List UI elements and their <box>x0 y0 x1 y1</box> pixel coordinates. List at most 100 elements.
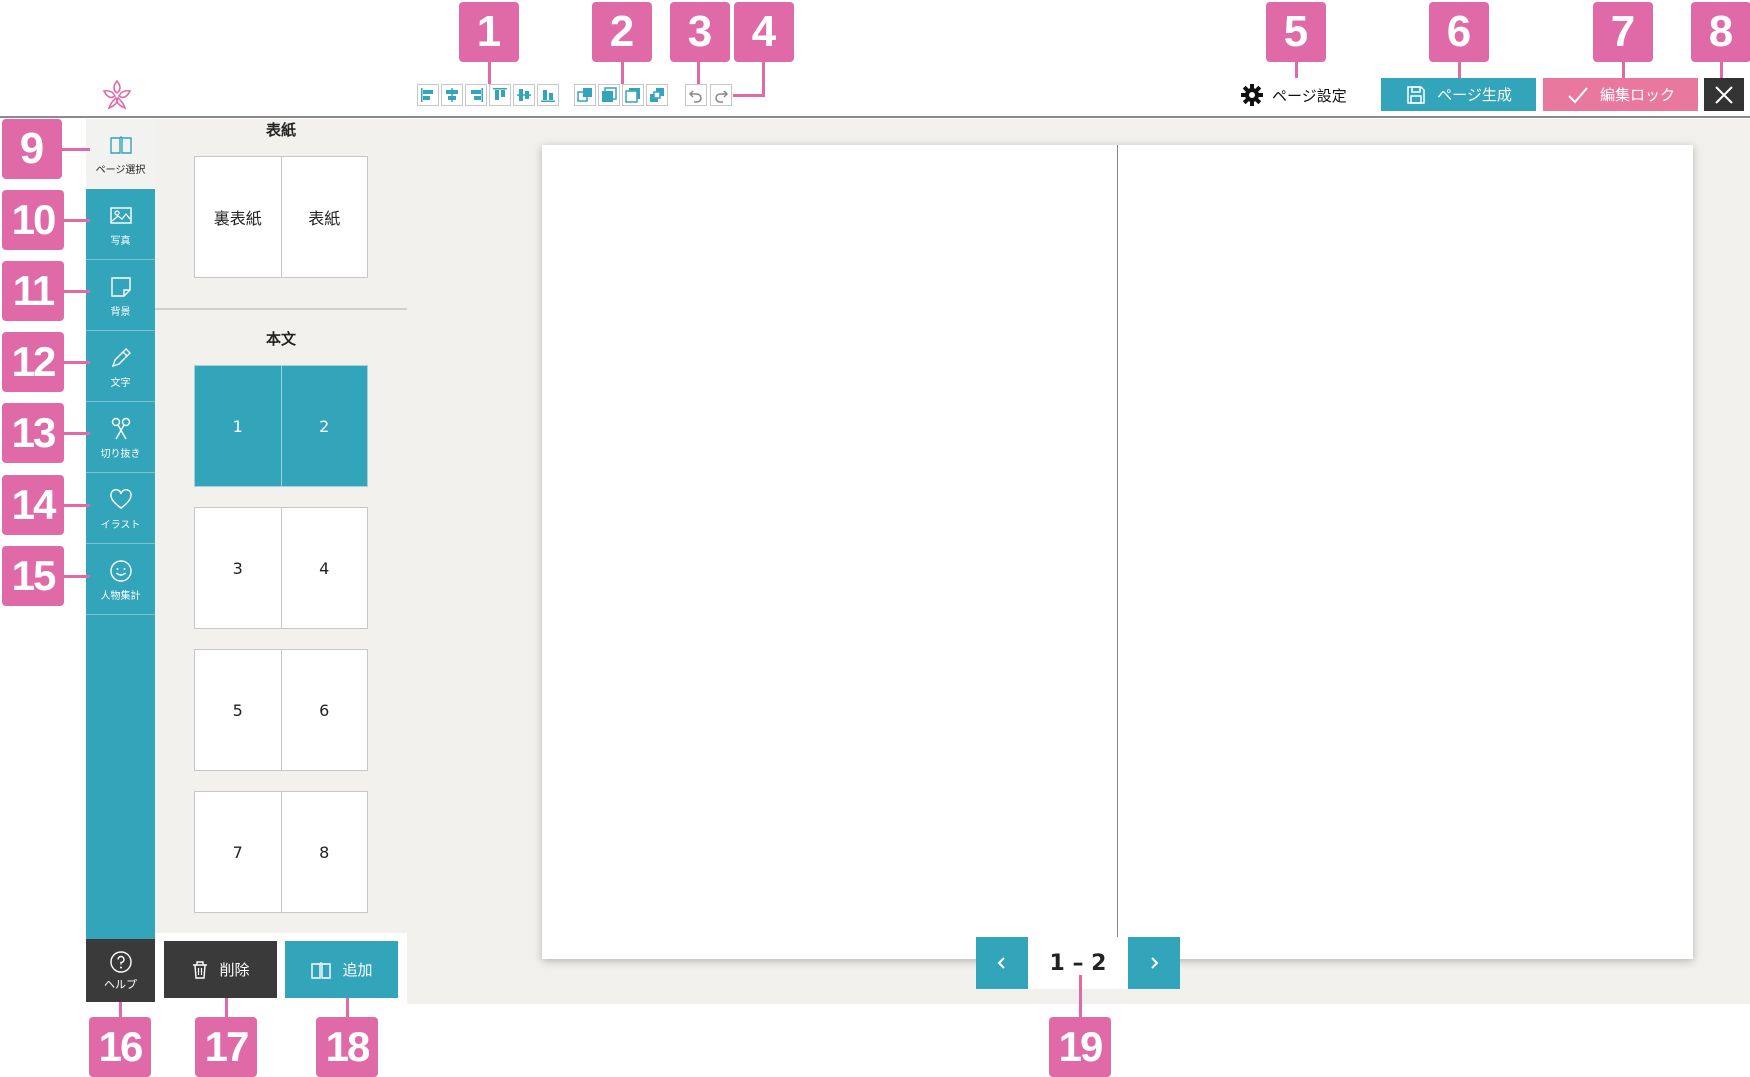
align-bottom-icon[interactable] <box>537 84 559 106</box>
side-nav: ページ選択 写真 背景 文字 切り抜き イラスト 人物集計 <box>86 119 155 939</box>
cover-heading: 表紙 <box>265 121 296 139</box>
callout-leader <box>62 148 90 151</box>
nav-person-count[interactable]: 人物集計 <box>86 545 155 615</box>
callout-leader <box>697 62 700 84</box>
nav-background[interactable]: 背景 <box>86 261 155 331</box>
nav-text[interactable]: 文字 <box>86 332 155 402</box>
nav-crop[interactable]: 切り抜き <box>86 403 155 473</box>
callout-leader <box>225 998 228 1017</box>
book-icon <box>311 961 332 979</box>
callout-badge: 3 <box>670 2 730 62</box>
callout-leader <box>762 62 765 96</box>
nav-label: ページ選択 <box>95 164 146 176</box>
callout-badge: 14 <box>2 475 64 535</box>
callout-leader <box>1295 62 1298 78</box>
callout-leader <box>346 998 349 1017</box>
prev-page-button[interactable] <box>976 937 1028 989</box>
spread-5-6[interactable]: 5 6 <box>194 649 368 771</box>
nav-photo[interactable]: 写真 <box>86 190 155 260</box>
callout-leader <box>1622 62 1625 78</box>
callout-badge: 12 <box>2 332 64 392</box>
spread-7-8[interactable]: 7 8 <box>194 791 368 913</box>
callout-leader <box>64 432 90 435</box>
sakura-logo-icon <box>102 79 132 110</box>
spread-3-4[interactable]: 3 4 <box>194 507 368 629</box>
callout-leader <box>1720 62 1723 78</box>
callout-badge: 1 <box>459 2 519 62</box>
close-button[interactable] <box>1704 78 1744 111</box>
align-top-icon[interactable] <box>489 84 511 106</box>
page-thumb[interactable]: 6 <box>280 650 368 770</box>
spread-fold-line <box>1117 145 1118 959</box>
book-spread[interactable] <box>542 145 1693 959</box>
page-settings-button[interactable]: ページ設定 <box>1240 83 1347 107</box>
page-thumb[interactable]: 7 <box>195 792 281 912</box>
page-thumb[interactable]: 4 <box>280 508 368 628</box>
callout-badge: 19 <box>1049 1017 1111 1077</box>
nav-page-select[interactable]: ページ選択 <box>86 119 155 189</box>
callout-leader <box>488 62 491 84</box>
scissors-icon <box>111 417 130 439</box>
back-cover-page[interactable]: 裏表紙 <box>195 157 281 277</box>
page-thumb[interactable]: 3 <box>195 508 281 628</box>
trash-icon <box>193 960 208 979</box>
chevron-right-icon <box>1151 957 1159 969</box>
add-label: 追加 <box>342 961 373 979</box>
add-page-button[interactable]: 追加 <box>285 941 398 998</box>
edit-lock-button[interactable]: 編集ロック <box>1543 78 1698 111</box>
nav-label: 写真 <box>110 235 131 247</box>
spread-1-2[interactable]: 1 2 <box>194 365 368 487</box>
nav-label: 人物集計 <box>100 590 141 602</box>
callout-leader <box>64 575 90 578</box>
callout-badge: 16 <box>89 1017 151 1077</box>
align-center-icon[interactable] <box>441 84 463 106</box>
undo-icon[interactable] <box>685 84 707 106</box>
page-generate-label: ページ生成 <box>1437 86 1512 104</box>
body-heading: 本文 <box>265 330 296 348</box>
page-thumb[interactable]: 1 <box>195 366 281 486</box>
close-icon <box>1715 85 1733 104</box>
bring-forward-icon[interactable] <box>598 84 620 106</box>
callout-badge: 2 <box>592 2 652 62</box>
align-left-icon[interactable] <box>417 84 439 106</box>
callout-badge: 11 <box>2 261 64 321</box>
page-thumb[interactable]: 5 <box>195 650 281 770</box>
page-generate-button[interactable]: ページ生成 <box>1381 78 1536 111</box>
save-icon <box>1407 85 1425 104</box>
delete-page-button[interactable]: 削除 <box>164 941 277 998</box>
nav-illustration[interactable]: イラスト <box>86 474 155 544</box>
help-button[interactable]: ヘルプ <box>86 939 155 1002</box>
page-thumb[interactable]: 2 <box>280 366 368 486</box>
send-back-icon[interactable] <box>646 84 668 106</box>
align-middle-icon[interactable] <box>513 84 535 106</box>
callout-leader <box>1079 975 1082 1017</box>
callout-badge: 9 <box>2 119 62 179</box>
callout-leader <box>119 1002 122 1017</box>
callout-leader <box>64 219 90 222</box>
photo-icon <box>109 206 132 224</box>
heart-icon <box>109 488 132 509</box>
callout-leader <box>64 361 90 364</box>
front-cover-page[interactable]: 表紙 <box>280 157 368 277</box>
next-page-button[interactable] <box>1128 937 1180 989</box>
send-backward-icon[interactable] <box>622 84 644 106</box>
nav-label: 背景 <box>110 306 131 318</box>
help-label: ヘルプ <box>104 977 137 991</box>
align-right-icon[interactable] <box>465 84 487 106</box>
background-icon <box>110 276 131 297</box>
callout-badge: 8 <box>1691 2 1750 62</box>
callout-leader <box>733 94 765 97</box>
page-pager: 1 – 2 <box>976 937 1180 989</box>
cover-spread[interactable]: 裏表紙 表紙 <box>194 156 368 278</box>
nav-label: イラスト <box>100 519 141 531</box>
callout-leader <box>621 62 624 84</box>
callout-leader <box>64 290 90 293</box>
bring-front-icon[interactable] <box>574 84 596 106</box>
callout-badge: 10 <box>2 190 64 250</box>
callout-badge: 13 <box>2 403 64 463</box>
redo-icon[interactable] <box>710 84 732 106</box>
page-thumb[interactable]: 8 <box>280 792 368 912</box>
page-indicator: 1 – 2 <box>1028 937 1128 989</box>
pencil-icon <box>111 347 131 367</box>
page-settings-label: ページ設定 <box>1272 86 1347 105</box>
